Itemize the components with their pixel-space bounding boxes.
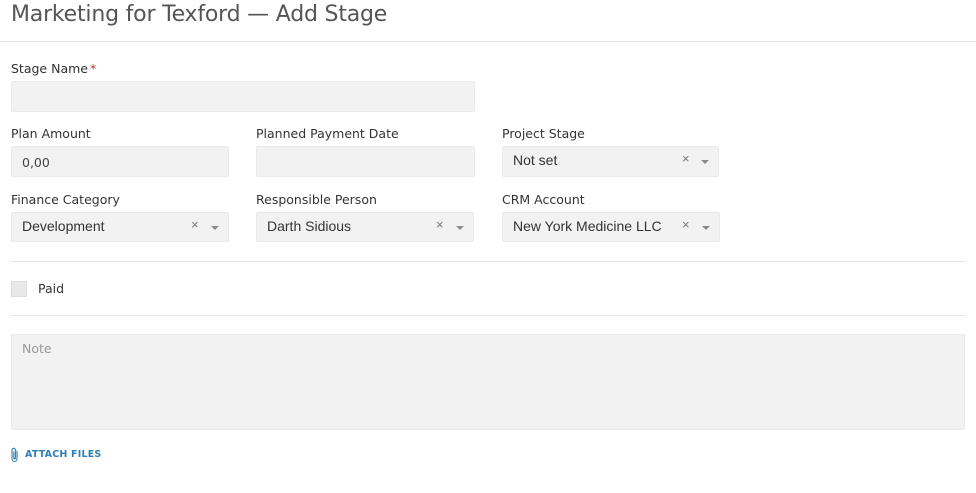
project-stage-select[interactable]: Not set × <box>502 146 719 177</box>
back-arrow-icon[interactable] <box>0 8 3 23</box>
note-placeholder: Note <box>22 341 52 356</box>
crm-account-label: CRM Account <box>502 192 585 207</box>
chevron-down-icon[interactable] <box>456 226 464 230</box>
finance-category-select[interactable]: Development × <box>11 212 229 242</box>
plan-amount-input[interactable]: 0,00 <box>11 146 229 177</box>
responsible-person-label: Responsible Person <box>256 192 377 207</box>
clear-icon[interactable]: × <box>436 218 444 232</box>
paperclip-icon <box>11 447 18 463</box>
stage-name-input[interactable] <box>11 81 475 112</box>
chevron-down-icon[interactable] <box>211 226 219 230</box>
clear-icon[interactable]: × <box>682 218 690 232</box>
finance-category-label: Finance Category <box>11 192 120 207</box>
chevron-down-icon[interactable] <box>701 160 709 164</box>
section-divider <box>11 261 965 262</box>
page-header: Marketing for Texford — Add Stage <box>0 0 976 42</box>
planned-payment-date-label: Planned Payment Date <box>256 126 399 141</box>
required-marker: * <box>89 61 97 76</box>
clear-icon[interactable]: × <box>682 152 690 166</box>
paid-label[interactable]: Paid <box>38 281 64 296</box>
project-stage-value: Not set <box>513 152 558 168</box>
crm-account-select[interactable]: New York Medicine LLC × <box>502 212 720 242</box>
finance-category-value: Development <box>22 218 105 234</box>
project-stage-label: Project Stage <box>502 126 585 141</box>
note-textarea[interactable]: Note <box>11 334 965 430</box>
responsible-person-select[interactable]: Darth Sidious × <box>256 212 474 242</box>
plan-amount-label: Plan Amount <box>11 126 91 141</box>
section-divider <box>11 315 965 316</box>
planned-payment-date-input[interactable] <box>256 146 475 177</box>
clear-icon[interactable]: × <box>191 218 199 232</box>
plan-amount-value: 0,00 <box>22 155 50 170</box>
crm-account-value: New York Medicine LLC <box>513 218 662 234</box>
attach-files-label: ATTACH FILES <box>25 449 102 460</box>
responsible-person-value: Darth Sidious <box>267 218 352 234</box>
paid-checkbox[interactable] <box>11 281 27 297</box>
page-title: Marketing for Texford — Add Stage <box>11 2 388 27</box>
chevron-down-icon[interactable] <box>702 226 710 230</box>
stage-name-label: Stage Name * <box>11 61 97 76</box>
